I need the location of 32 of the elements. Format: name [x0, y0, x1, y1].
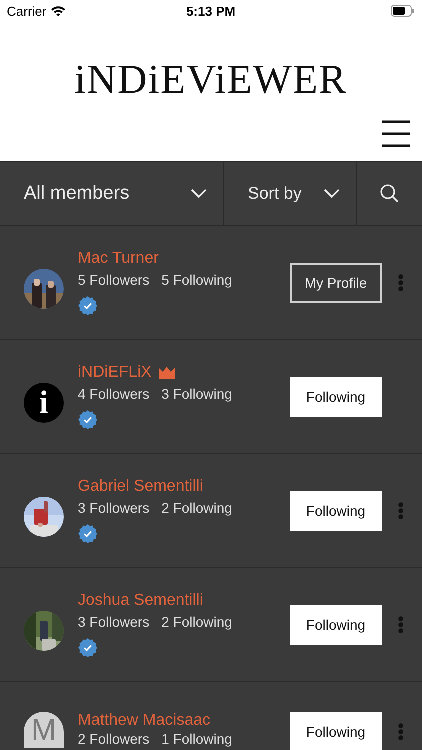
- menu-button[interactable]: [381, 120, 411, 148]
- chevron-down-icon: [324, 188, 340, 198]
- logo-avatar: i: [24, 382, 64, 422]
- followers-count[interactable]: 4 Followers: [78, 386, 150, 402]
- initial-avatar: M: [24, 712, 64, 748]
- chevron-down-icon: [191, 188, 207, 198]
- app-logo: iNDiEViEWER: [74, 59, 348, 100]
- followers-count[interactable]: 2 Followers: [78, 732, 150, 746]
- search-icon: [380, 184, 399, 203]
- carrier-label: Carrier: [7, 4, 47, 18]
- more-options-icon[interactable]: [398, 502, 404, 520]
- following-button[interactable]: Following: [290, 490, 382, 530]
- following-button[interactable]: Following: [290, 376, 382, 416]
- following-count[interactable]: 2 Following: [162, 614, 232, 630]
- more-options-icon[interactable]: [398, 723, 404, 741]
- my-profile-button[interactable]: My Profile: [290, 262, 382, 302]
- followers-count[interactable]: 3 Followers: [78, 614, 150, 630]
- followers-count[interactable]: 3 Followers: [78, 500, 150, 516]
- members-dropdown[interactable]: All members: [0, 162, 224, 225]
- wifi-icon: [50, 6, 66, 16]
- following-button[interactable]: Following: [290, 604, 382, 644]
- following-button[interactable]: Following: [290, 712, 382, 750]
- clock-time: 5:13 PM: [186, 4, 236, 18]
- following-count[interactable]: 2 Following: [162, 500, 232, 516]
- battery-icon: [391, 5, 416, 17]
- more-options-icon[interactable]: [398, 616, 404, 634]
- followers-count[interactable]: 5 Followers: [78, 272, 150, 288]
- following-count[interactable]: 1 Following: [162, 732, 232, 746]
- more-options-icon[interactable]: [398, 274, 404, 292]
- following-count[interactable]: 3 Following: [162, 386, 232, 402]
- sort-dropdown[interactable]: Sort by: [224, 162, 357, 225]
- following-count[interactable]: 5 Following: [162, 272, 232, 288]
